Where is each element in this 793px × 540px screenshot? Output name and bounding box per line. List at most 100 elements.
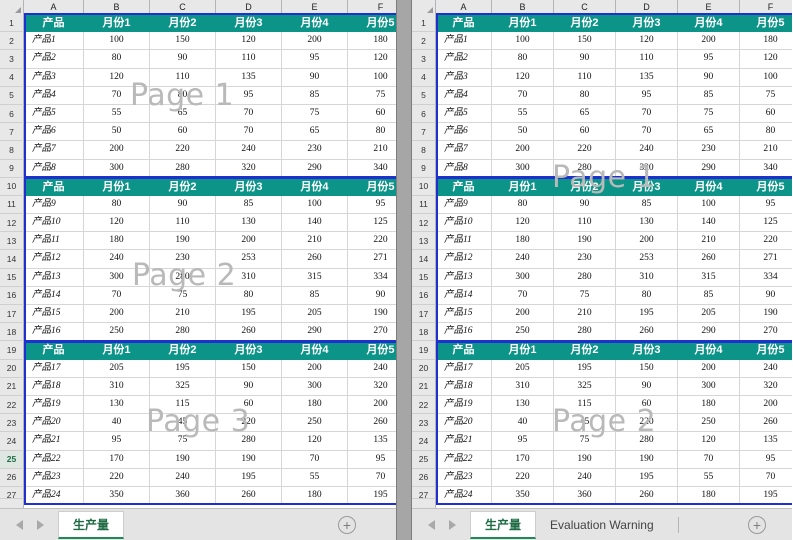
cell-A14[interactable]: 产品12 (436, 250, 492, 269)
row-header-16[interactable]: 16 (412, 286, 436, 305)
row-header-19[interactable]: 19 (0, 341, 24, 360)
cell-A25[interactable]: 产品22 (436, 450, 492, 469)
header-cell-E19[interactable]: 月份4 (282, 341, 348, 360)
cell-A2[interactable]: 产品1 (436, 32, 492, 51)
triangle-left-icon[interactable] (16, 519, 23, 530)
cell-F3[interactable]: 120 (348, 50, 396, 69)
cell-A14[interactable]: 产品12 (24, 250, 84, 269)
cell-D3[interactable]: 110 (616, 50, 678, 69)
cell-C12[interactable]: 110 (554, 214, 616, 233)
cell-E20[interactable]: 200 (282, 359, 348, 378)
cell-E15[interactable]: 315 (282, 268, 348, 287)
cell-A12[interactable]: 产品10 (24, 214, 84, 233)
cell-A27[interactable]: 产品24 (24, 486, 84, 506)
column-header-e[interactable]: E (282, 0, 348, 14)
cell-D12[interactable]: 130 (616, 214, 678, 233)
row-header-11[interactable]: 11 (412, 195, 436, 215)
row-header-20[interactable]: 20 (412, 359, 436, 378)
header-cell-D1[interactable]: 月份3 (616, 14, 678, 33)
cell-A21[interactable]: 产品18 (24, 377, 84, 396)
cell-E22[interactable]: 180 (678, 395, 740, 415)
cell-B5[interactable]: 70 (84, 86, 150, 105)
header-cell-C1[interactable]: 月份2 (554, 14, 616, 33)
cell-D4[interactable]: 135 (216, 68, 282, 87)
header-cell-D1[interactable]: 月份3 (216, 14, 282, 33)
cell-F21[interactable]: 320 (348, 378, 396, 396)
cell-F11[interactable]: 95 (740, 196, 792, 215)
column-header-c[interactable]: C (554, 0, 616, 14)
triangle-left-icon[interactable] (428, 519, 435, 530)
cell-A23[interactable]: 产品20 (24, 414, 84, 433)
cell-E23[interactable]: 250 (282, 414, 348, 433)
header-cell-A19[interactable]: 产品 (436, 341, 492, 360)
triangle-right-icon[interactable] (37, 519, 44, 530)
cell-A11[interactable]: 产品9 (24, 195, 84, 215)
header-cell-A1[interactable]: 产品 (24, 14, 84, 33)
row-header-2[interactable]: 2 (412, 32, 436, 51)
cell-F26[interactable]: 70 (348, 469, 396, 487)
row-header-5[interactable]: 5 (412, 86, 436, 105)
cell-E5[interactable]: 85 (678, 86, 740, 105)
row-header-18[interactable]: 18 (412, 323, 436, 342)
row-header-19[interactable]: 19 (412, 341, 436, 360)
cell-B6[interactable]: 55 (492, 104, 554, 124)
cell-D22[interactable]: 60 (616, 395, 678, 415)
cell-E14[interactable]: 260 (678, 250, 740, 269)
cell-E24[interactable]: 120 (678, 432, 740, 451)
cell-B14[interactable]: 240 (84, 250, 150, 269)
row-header-8[interactable]: 8 (0, 141, 24, 160)
column-header-b[interactable]: B (84, 0, 150, 14)
header-cell-E1[interactable]: 月份4 (282, 14, 348, 33)
cell-F17[interactable]: 190 (348, 305, 396, 324)
cell-B20[interactable]: 205 (492, 359, 554, 378)
cell-F9[interactable]: 340 (348, 160, 396, 178)
plus-circle-icon[interactable]: + (748, 515, 766, 534)
cell-E18[interactable]: 290 (282, 323, 348, 342)
cell-F8[interactable]: 210 (348, 141, 396, 160)
cell-D23[interactable]: 220 (616, 414, 678, 433)
row-header-24[interactable]: 24 (0, 432, 24, 451)
cell-C7[interactable]: 60 (554, 123, 616, 142)
cell-B18[interactable]: 250 (492, 323, 554, 342)
cell-D25[interactable]: 190 (616, 450, 678, 469)
cell-D17[interactable]: 195 (616, 305, 678, 324)
cell-B7[interactable]: 50 (492, 123, 554, 142)
cell-C25[interactable]: 190 (150, 450, 216, 469)
cell-D22[interactable]: 60 (216, 395, 282, 415)
cell-A9[interactable]: 产品8 (436, 159, 492, 178)
row-header-13[interactable]: 13 (0, 232, 24, 251)
cell-D21[interactable]: 90 (616, 377, 678, 396)
row-header-4[interactable]: 4 (0, 68, 24, 87)
header-cell-B1[interactable]: 月份1 (84, 14, 150, 33)
row-header-3[interactable]: 3 (412, 50, 436, 69)
row-header-12[interactable]: 12 (0, 214, 24, 233)
cell-C3[interactable]: 90 (554, 50, 616, 69)
cell-E18[interactable]: 290 (678, 323, 740, 342)
cell-E22[interactable]: 180 (282, 395, 348, 415)
cell-C23[interactable]: 45 (150, 414, 216, 433)
header-cell-F19[interactable]: 月份5 (348, 341, 396, 360)
cell-A12[interactable]: 产品10 (436, 214, 492, 233)
cell-A13[interactable]: 产品11 (436, 232, 492, 251)
triangle-right-icon[interactable] (449, 519, 456, 530)
cell-D15[interactable]: 310 (216, 268, 282, 287)
cell-E27[interactable]: 180 (678, 486, 740, 506)
cell-C2[interactable]: 150 (554, 32, 616, 51)
header-cell-E10[interactable]: 月份4 (282, 177, 348, 196)
select-all-triangle-icon[interactable] (0, 0, 24, 14)
header-cell-E1[interactable]: 月份4 (678, 14, 740, 33)
cell-D27[interactable]: 260 (216, 486, 282, 506)
cell-A17[interactable]: 产品15 (24, 305, 84, 324)
cell-D12[interactable]: 130 (216, 214, 282, 233)
cell-F17[interactable]: 190 (740, 305, 792, 324)
cell-F2[interactable]: 180 (348, 32, 396, 51)
cell-A15[interactable]: 产品13 (24, 268, 84, 287)
row-header-8[interactable]: 8 (412, 141, 436, 160)
cell-B8[interactable]: 200 (84, 141, 150, 160)
right-grid-area[interactable]: ABCDEF 1 产品 月份1 月份2 月份3 月份4 月份5 2 产品1 100 150 120 20… (412, 0, 792, 508)
cell-C5[interactable]: 80 (554, 86, 616, 105)
cell-C13[interactable]: 190 (150, 232, 216, 251)
cell-B16[interactable]: 70 (492, 286, 554, 305)
cell-E6[interactable]: 75 (282, 104, 348, 124)
cell-C27[interactable]: 360 (554, 486, 616, 506)
